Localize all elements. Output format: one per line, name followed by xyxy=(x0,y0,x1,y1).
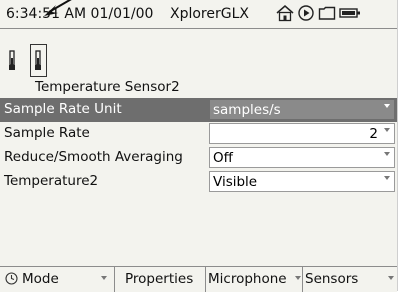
averaging-dropdown[interactable]: Off xyxy=(209,147,395,168)
dropdown-arrow-icon xyxy=(388,276,394,280)
mode-softkey[interactable]: Mode xyxy=(0,267,114,292)
play-icon[interactable] xyxy=(297,4,315,22)
dropdown-arrow-icon xyxy=(384,104,390,108)
sensors-softkey[interactable]: Sensors xyxy=(303,267,397,292)
property-row-reduce-smooth-averaging[interactable]: Reduce/Smooth Averaging Off xyxy=(0,146,397,170)
selected-sensor-frame[interactable] xyxy=(30,44,47,77)
sensor-area: Temperature Sensor2 xyxy=(0,29,397,98)
property-value: Visible xyxy=(213,174,258,190)
dropdown-arrow-icon xyxy=(101,276,107,280)
date-text: 01/01/00 xyxy=(90,6,154,22)
properties-softkey[interactable]: Properties xyxy=(115,267,205,292)
property-row-sample-rate-unit[interactable]: Sample Rate Unit samples/s xyxy=(0,98,397,122)
clock-time: 6:34:51 AM 01/01/00 xyxy=(6,6,153,22)
property-label: Temperature2 xyxy=(4,173,99,189)
property-row-temperature2[interactable]: Temperature2 Visible xyxy=(0,170,397,194)
softkey-label: Mode xyxy=(22,271,59,287)
folder-icon[interactable] xyxy=(318,4,336,22)
thermometer-icon[interactable] xyxy=(6,49,20,73)
home-icon[interactable] xyxy=(275,4,295,22)
softkey-label: Sensors xyxy=(305,271,359,287)
dropdown-arrow-icon xyxy=(295,276,301,280)
sensor-label: Temperature Sensor2 xyxy=(35,79,180,95)
glx-screen: 6:34:51 AM 01/01/00 XplorerGLX Temperatu… xyxy=(0,0,398,292)
time-text: 6:34:51 AM xyxy=(6,6,87,22)
property-value: 2 xyxy=(369,126,378,142)
softkey-label: Properties xyxy=(125,271,194,287)
property-label: Sample Rate Unit xyxy=(4,101,122,117)
dropdown-arrow-icon xyxy=(384,152,390,156)
dropdown-arrow-icon xyxy=(384,128,390,132)
property-value: Off xyxy=(213,150,233,166)
property-label: Reduce/Smooth Averaging xyxy=(4,149,183,165)
microphone-softkey[interactable]: Microphone xyxy=(206,267,302,292)
thermometer-selected-icon xyxy=(35,50,41,70)
status-bar: 6:34:51 AM 01/01/00 XplorerGLX xyxy=(0,0,397,29)
sample-rate-unit-dropdown[interactable]: samples/s xyxy=(209,99,395,120)
app-name: XplorerGLX xyxy=(170,6,249,22)
dropdown-arrow-icon xyxy=(384,176,390,180)
property-label: Sample Rate xyxy=(4,125,90,141)
softkey-label: Microphone xyxy=(208,271,287,287)
sample-rate-dropdown[interactable]: 2 xyxy=(209,123,395,144)
temperature2-visibility-dropdown[interactable]: Visible xyxy=(209,171,395,192)
property-value: samples/s xyxy=(213,102,281,118)
softkey-bar: Mode Properties Microphone Sensors xyxy=(0,266,397,292)
battery-icon xyxy=(339,8,360,18)
clock-icon xyxy=(5,272,18,285)
property-row-sample-rate[interactable]: Sample Rate 2 xyxy=(0,122,397,146)
